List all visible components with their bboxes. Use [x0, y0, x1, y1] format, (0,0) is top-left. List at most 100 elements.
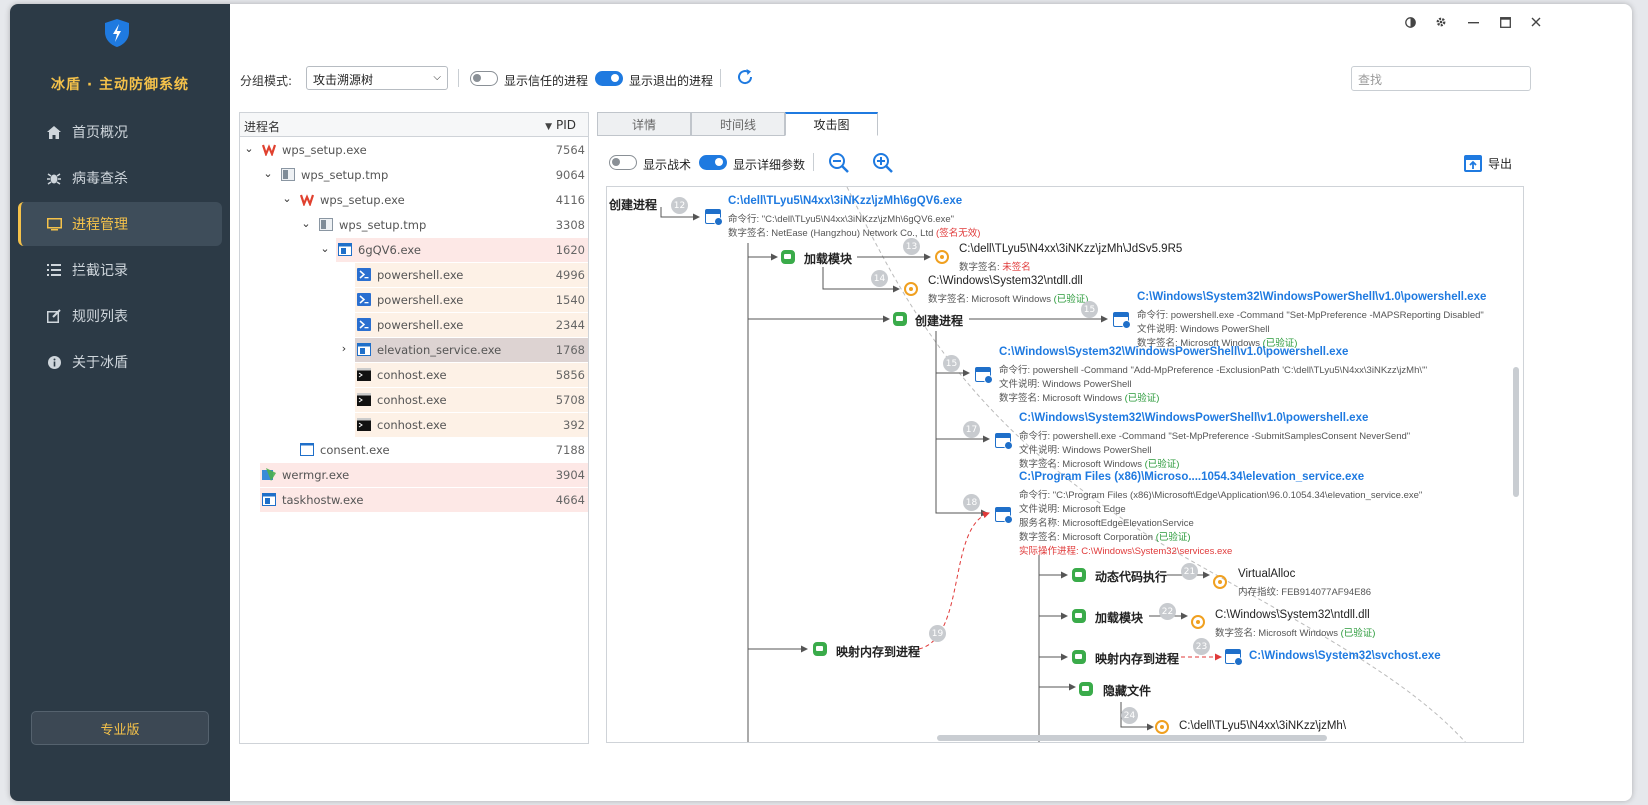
- tree-row[interactable]: ⌄ wps_setup.tmp 9064: [240, 163, 588, 187]
- process-pid: 392: [563, 418, 585, 432]
- chevron-down-icon[interactable]: ⌄: [319, 242, 331, 255]
- graph-step-number: 21: [1181, 563, 1198, 580]
- graph-action-load-module: 加载模块: [804, 252, 853, 266]
- process-node-icon[interactable]: [1225, 649, 1243, 666]
- graph-node-link[interactable]: C:\Windows\System32\svchost.exe: [1249, 650, 1441, 662]
- tree-row[interactable]: ⌄ wps_setup.exe 7564: [240, 138, 588, 162]
- module-node-icon[interactable]: [1191, 615, 1205, 629]
- graph-node-link[interactable]: C:\Windows\System32\WindowsPowerShell\v1…: [999, 346, 1348, 358]
- powershell-icon: [357, 268, 371, 281]
- close-icon[interactable]: [1526, 12, 1546, 32]
- sidebar-item-virus-scan[interactable]: 病毒查杀: [18, 156, 222, 200]
- chevron-down-icon[interactable]: ⌄: [262, 167, 274, 180]
- tree-row[interactable]: powershell.exe 2344: [240, 313, 588, 337]
- tree-row[interactable]: ⌄ wps_setup.tmp 3308: [240, 213, 588, 237]
- graph-node-sig: 数字签名: Microsoft Corporation (已验证): [1019, 532, 1191, 543]
- show-trusted-toggle[interactable]: [470, 71, 498, 86]
- chevron-right-icon[interactable]: ›: [338, 342, 350, 355]
- graph-node-sig: 数字签名: Microsoft Windows (已验证): [928, 294, 1089, 305]
- memory-node-icon[interactable]: [1213, 575, 1227, 589]
- monitor-icon: [46, 216, 62, 232]
- graph-action-hide-file: 隐藏文件: [1103, 684, 1152, 698]
- tree-row[interactable]: conhost.exe 5708: [240, 388, 588, 412]
- tree-row[interactable]: conhost.exe 5856: [240, 363, 588, 387]
- gear-icon[interactable]: [1431, 12, 1451, 32]
- process-node-icon[interactable]: [995, 507, 1013, 524]
- maximize-icon[interactable]: [1495, 12, 1515, 32]
- sort-desc-icon: ▼: [545, 122, 552, 132]
- graph-node-desc: 文件说明: Windows PowerShell: [999, 379, 1132, 390]
- tab-details[interactable]: 详情: [597, 112, 691, 136]
- graph-node-link[interactable]: C:\dell\TLyu5\N4xx\3iNKzz\jzMh\6gQV6.exe: [728, 195, 962, 207]
- sidebar-item-home[interactable]: 首页概况: [18, 110, 222, 154]
- attack-graph-canvas[interactable]: 创建进程 12 C:\dell\TLyu5\N4xx\3iNKzz\jzMh\6…: [606, 186, 1524, 743]
- home-icon: [46, 124, 62, 140]
- action-icon: [1072, 650, 1086, 664]
- module-node-icon[interactable]: [935, 250, 949, 264]
- process-node-icon[interactable]: [995, 433, 1013, 450]
- tree-row[interactable]: consent.exe 7188: [240, 438, 588, 462]
- tree-row[interactable]: wermgr.exe 3904: [240, 463, 588, 487]
- graph-node-link[interactable]: C:\Windows\System32\WindowsPowerShell\v1…: [1019, 412, 1368, 424]
- col-pid-header[interactable]: ▼ PID: [545, 118, 576, 132]
- pro-edition-button[interactable]: 专业版: [31, 711, 209, 745]
- sidebar-item-blocked-log[interactable]: 拦截记录: [18, 248, 222, 292]
- refresh-icon[interactable]: [736, 68, 756, 88]
- group-mode-select[interactable]: 攻击溯源树 ⌵: [306, 66, 448, 90]
- tree-row[interactable]: taskhostw.exe 4664: [240, 488, 588, 512]
- app-icon: [319, 218, 333, 231]
- zoom-in-icon[interactable]: [872, 152, 894, 174]
- export-icon: [1464, 155, 1482, 172]
- graph-action-load-module: 加载模块: [1095, 611, 1144, 625]
- tree-row-selected-risk[interactable]: ⌄ 6gQV6.exe 1620: [240, 238, 588, 262]
- sidebar-item-about[interactable]: 关于冰盾: [18, 340, 222, 384]
- process-pid: 9064: [555, 168, 585, 182]
- show-tactics-toggle[interactable]: [609, 155, 637, 170]
- search-input[interactable]: 查找: [1351, 66, 1531, 91]
- tree-row[interactable]: powershell.exe 1540: [240, 288, 588, 312]
- show-params-toggle[interactable]: [699, 155, 727, 170]
- info-icon: [46, 354, 62, 370]
- module-node-icon[interactable]: [904, 282, 918, 296]
- tab-attack-graph[interactable]: 攻击图: [785, 112, 878, 136]
- process-name: powershell.exe: [377, 318, 464, 332]
- file-node-icon[interactable]: [1155, 720, 1169, 734]
- graph-step-number: 15: [1081, 301, 1098, 318]
- process-name: conhost.exe: [377, 418, 447, 432]
- sidebar-item-process[interactable]: 进程管理: [18, 202, 222, 246]
- chevron-down-icon[interactable]: ⌄: [300, 217, 312, 230]
- graph-node-link[interactable]: C:\Windows\System32\WindowsPowerShell\v1…: [1137, 291, 1486, 303]
- graph-node-link[interactable]: C:\Program Files (x86)\Microso....1054.3…: [1019, 471, 1364, 483]
- show-exited-toggle[interactable]: [595, 71, 623, 86]
- console-icon: [357, 418, 371, 431]
- graph-step-number: 13: [903, 238, 920, 255]
- graph-node-cmd: 命令行: powershell.exe -Command "Set-MpPref…: [1019, 431, 1411, 442]
- tree-row-selected[interactable]: › elevation_service.exe 1768: [240, 338, 588, 362]
- chevron-down-icon[interactable]: ⌄: [281, 192, 293, 205]
- graph-node-name: VirtualAlloc: [1238, 568, 1296, 580]
- tree-row[interactable]: ⌄ wps_setup.exe 4116: [240, 188, 588, 212]
- console-icon: [357, 393, 371, 406]
- process-node-icon[interactable]: [705, 209, 723, 226]
- sidebar-item-rules[interactable]: 规则列表: [18, 294, 222, 338]
- process-node-icon[interactable]: [1113, 312, 1131, 329]
- powershell-icon: [357, 318, 371, 331]
- zoom-out-icon[interactable]: [828, 152, 850, 174]
- theme-icon[interactable]: [1400, 12, 1420, 32]
- export-button[interactable]: 导出: [1464, 152, 1512, 174]
- graph-node-mem: 内存指纹: FEB914077AF94E86: [1238, 587, 1372, 598]
- tree-row[interactable]: conhost.exe 392: [240, 413, 588, 437]
- tree-row[interactable]: powershell.exe 4996: [240, 263, 588, 287]
- process-node-icon[interactable]: [975, 367, 993, 384]
- process-name: powershell.exe: [377, 293, 464, 307]
- process-pid: 5856: [555, 368, 585, 382]
- col-name-header[interactable]: 进程名: [244, 118, 280, 135]
- process-pid: 7564: [555, 143, 585, 157]
- minimize-icon[interactable]: [1463, 12, 1483, 32]
- tab-timeline[interactable]: 时间线: [691, 112, 785, 136]
- process-pid: 4996: [555, 268, 585, 282]
- process-name: taskhostw.exe: [282, 493, 364, 507]
- wps-icon: [300, 194, 314, 206]
- chevron-down-icon[interactable]: ⌄: [243, 142, 255, 155]
- graph-node-path: C:\Windows\System32\ntdll.dll: [1215, 609, 1370, 621]
